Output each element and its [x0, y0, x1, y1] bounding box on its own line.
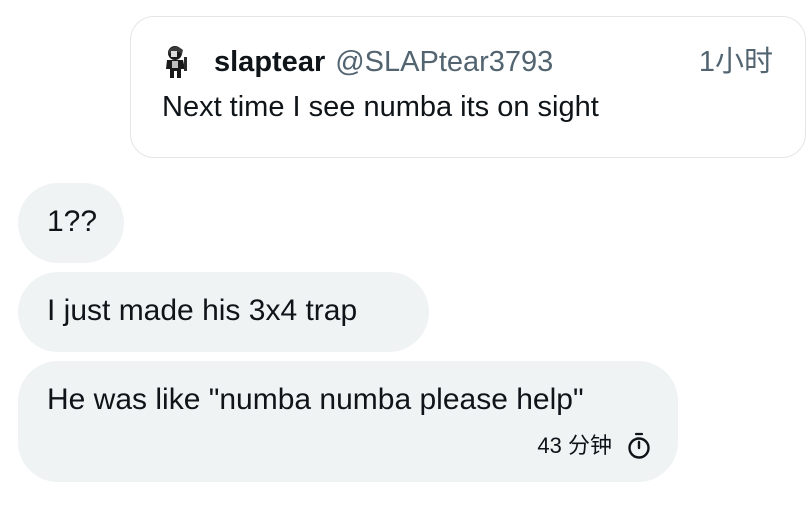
message-text: He was like "numba numba please help" [47, 383, 584, 416]
character-avatar-icon[interactable] [162, 45, 192, 79]
author-handle[interactable]: @SLAPtear3793 [335, 44, 553, 80]
message-bubble[interactable]: 1?? [18, 183, 124, 263]
quoted-post-card[interactable]: slaptear @SLAPtear3793 1小时 Next time I s… [130, 16, 806, 158]
message-bubble[interactable]: He was like "numba numba please help" 43… [18, 361, 678, 482]
quoted-post-text: Next time I see numba its on sight [162, 91, 599, 123]
disappearing-timer-icon [626, 432, 652, 460]
message-text: 1?? [47, 205, 98, 238]
message-text: I just made his 3x4 trap [47, 294, 358, 327]
author-name[interactable]: slaptear [214, 44, 325, 80]
quoted-post-header: slaptear @SLAPtear3793 [162, 44, 553, 80]
message-meta: 43 分钟 [537, 428, 652, 464]
message-timestamp: 43 分钟 [537, 433, 612, 458]
message-bubble[interactable]: I just made his 3x4 trap [18, 272, 429, 352]
post-timestamp: 1小时 [698, 46, 773, 78]
